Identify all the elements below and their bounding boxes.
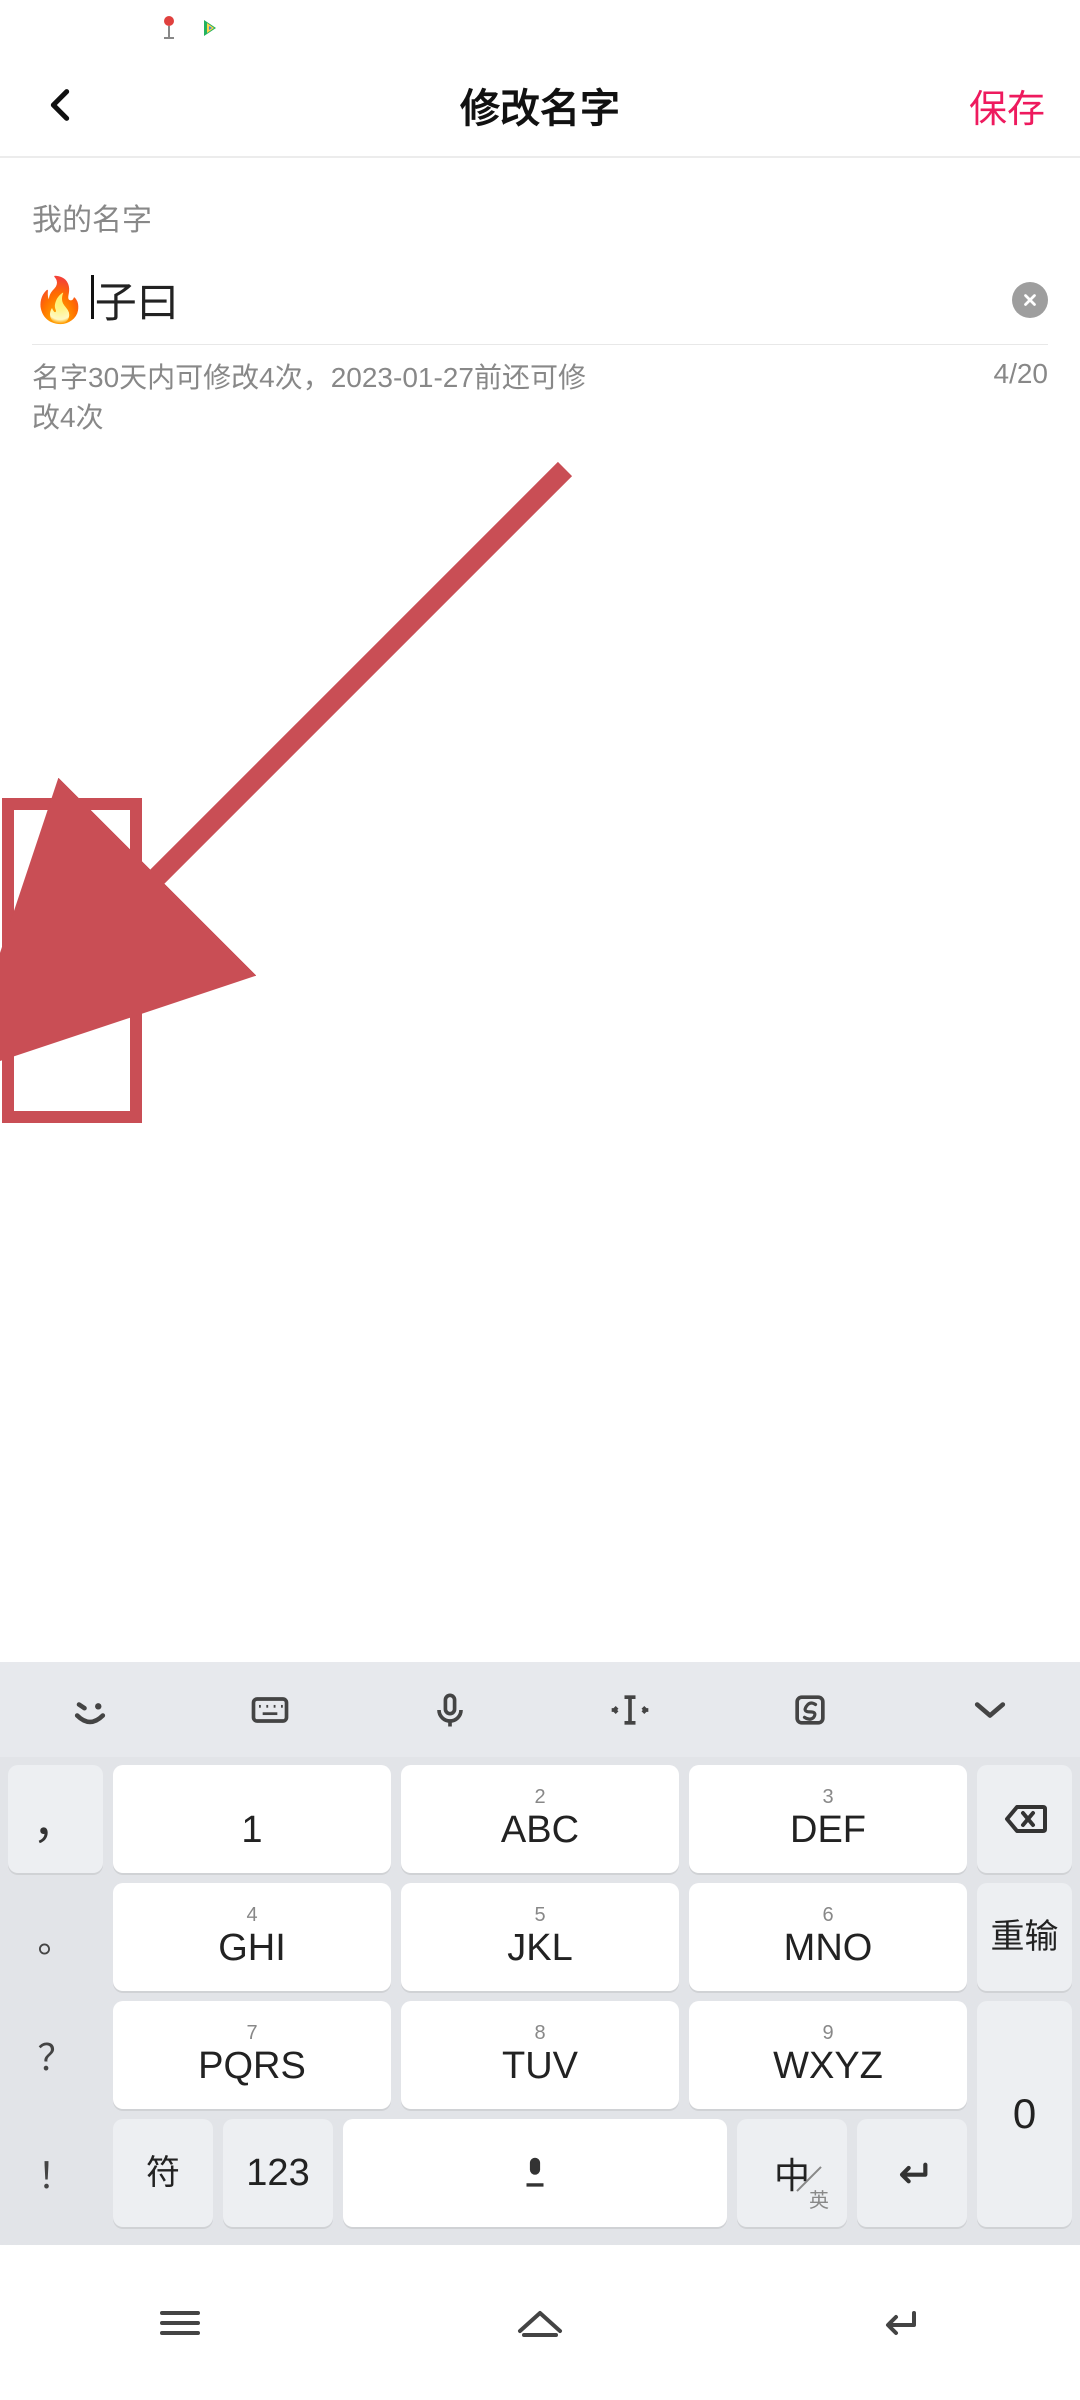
collapse-keyboard-icon[interactable] — [964, 1684, 1016, 1736]
mic-icon[interactable] — [424, 1684, 476, 1736]
key-6-mno[interactable]: 6MNO — [689, 1883, 967, 1991]
keyboard-toolbar — [0, 1662, 1080, 1757]
keyboard-mode-icon[interactable] — [244, 1684, 296, 1736]
status-pin-icon — [160, 15, 178, 41]
helper-text: 名字30天内可修改4次，2023-01-27前还可修改4次 — [32, 358, 592, 438]
header: 修改名字 保存 — [0, 55, 1080, 155]
key-symbols[interactable]: 符 — [113, 2119, 213, 2227]
key-enter[interactable] — [857, 2119, 967, 2227]
system-navbar — [0, 2245, 1080, 2400]
annotation-highlight-box — [2, 798, 142, 1123]
clear-input-button[interactable] — [1012, 282, 1048, 318]
name-emoji: 🔥 — [32, 274, 87, 326]
nav-recent-icon[interactable] — [150, 2301, 210, 2345]
key-comma[interactable]: ， — [8, 1765, 103, 1873]
key-0[interactable]: 0 — [977, 2001, 1072, 2227]
key-space[interactable] — [343, 2119, 727, 2227]
key-period[interactable]: 。 — [8, 1883, 103, 1991]
save-button[interactable]: 保存 — [969, 78, 1045, 133]
key-question[interactable]: ？ — [8, 2001, 103, 2109]
key-2-abc[interactable]: 2ABC — [401, 1765, 679, 1873]
stylus-s-icon[interactable] — [784, 1684, 836, 1736]
name-value: 子曰 — [95, 279, 179, 326]
key-reinput[interactable]: 重输 — [977, 1883, 1072, 1991]
helper-row: 名字30天内可修改4次，2023-01-27前还可修改4次 4/20 — [32, 358, 1048, 438]
nav-back-icon[interactable] — [870, 2301, 930, 2345]
status-bar — [0, 0, 1080, 55]
key-7-pqrs[interactable]: 7PQRS — [113, 2001, 391, 2109]
key-1[interactable]: 1 — [113, 1765, 391, 1873]
char-counter: 4/20 — [994, 358, 1049, 390]
status-video-icon — [196, 15, 222, 41]
name-input-text: 子曰 — [91, 269, 179, 330]
cursor-move-icon[interactable] — [604, 1684, 656, 1736]
page-title: 修改名字 — [460, 76, 620, 134]
key-123[interactable]: 123 — [223, 2119, 333, 2227]
key-9-wxyz[interactable]: 9WXYZ — [689, 2001, 967, 2109]
key-4-ghi[interactable]: 4GHI — [113, 1883, 391, 1991]
back-button[interactable] — [35, 80, 85, 130]
name-input-row[interactable]: 🔥 子曰 — [32, 255, 1048, 345]
key-8-tuv[interactable]: 8TUV — [401, 2001, 679, 2109]
section-label: 我的名字 — [32, 195, 152, 239]
key-3-def[interactable]: 3DEF — [689, 1765, 967, 1873]
key-language-toggle[interactable]: 中 英 — [737, 2119, 847, 2227]
ime-keyboard: ， 1 2ABC 3DEF 。 4GHI 5JKL 6MNO 重输 ？ — [0, 1662, 1080, 2245]
key-exclaim[interactable]: ！ — [8, 2119, 103, 2227]
emoji-icon[interactable] — [64, 1684, 116, 1736]
nav-home-icon[interactable] — [510, 2301, 570, 2345]
header-divider — [0, 156, 1080, 158]
key-5-jkl[interactable]: 5JKL — [401, 1883, 679, 1991]
text-caret — [91, 275, 94, 319]
keyboard-grid: ， 1 2ABC 3DEF 。 4GHI 5JKL 6MNO 重输 ？ — [0, 1757, 1080, 2245]
key-backspace[interactable] — [977, 1765, 1072, 1873]
